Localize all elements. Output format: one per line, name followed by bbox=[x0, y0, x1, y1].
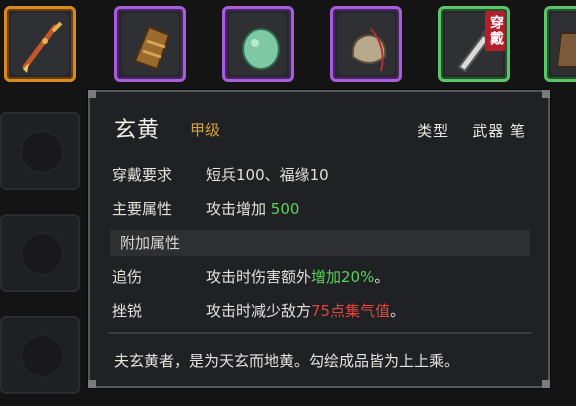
slot-placeholder bbox=[20, 130, 64, 174]
empty-slot[interactable] bbox=[0, 112, 80, 190]
slot-background bbox=[229, 13, 287, 75]
main-attr-value: 攻击增加 500 bbox=[206, 198, 299, 219]
main-attr-label: 主要属性 bbox=[112, 200, 173, 218]
tooltip-divider bbox=[108, 332, 532, 334]
slot-background bbox=[337, 13, 395, 75]
extra-attr-header: 附加属性 bbox=[110, 230, 530, 256]
slot-background bbox=[11, 13, 69, 75]
item-grade: 甲级 bbox=[190, 121, 221, 139]
inventory-slot-4[interactable] bbox=[330, 6, 402, 82]
extra-attr-value: 攻击时伤害额外增加20%。 bbox=[206, 266, 389, 287]
empty-slot[interactable] bbox=[0, 214, 80, 292]
empty-slot[interactable] bbox=[0, 316, 80, 394]
slot-placeholder bbox=[20, 334, 64, 378]
item-tooltip: 玄黄 甲级 类型 武器 笔 穿戴要求 短兵100、福缘10 主要属性 攻击增加 … bbox=[88, 90, 550, 388]
inventory-slot-1[interactable] bbox=[4, 6, 76, 82]
inventory-slot-3[interactable] bbox=[222, 6, 294, 82]
requirements-label: 穿戴要求 bbox=[112, 166, 173, 184]
item-type-label: 类型 bbox=[417, 122, 450, 140]
item-type-value: 武器 笔 bbox=[472, 122, 526, 140]
extra-attr-label: 挫锐 bbox=[112, 302, 143, 320]
inventory-slot-5-equipped[interactable]: 穿戴 bbox=[438, 6, 510, 82]
jade-icon bbox=[242, 28, 280, 70]
inventory-slot-2[interactable] bbox=[114, 6, 186, 82]
item-type: 类型 武器 笔 bbox=[417, 120, 526, 141]
extra-attr-label: 追伤 bbox=[112, 268, 143, 286]
brush-icon bbox=[22, 21, 63, 73]
item-name: 玄黄 bbox=[114, 118, 161, 143]
armor-icon bbox=[555, 32, 576, 68]
extra-attr-prefix: 攻击时减少敌方 bbox=[206, 302, 312, 320]
main-attr-prefix: 攻击增加 bbox=[206, 200, 267, 218]
extra-attr-highlight: 增加20% bbox=[311, 268, 375, 286]
slot-background bbox=[121, 13, 179, 75]
tooltip-corner bbox=[88, 90, 96, 98]
inventory-slot-6[interactable] bbox=[544, 6, 576, 82]
extra-attr-value: 攻击时减少敌方75点集气值。 bbox=[206, 300, 405, 321]
item-flavor-text: 夫玄黄者，是为天玄而地黄。勾绘成品皆为上上乘。 bbox=[114, 352, 460, 370]
tooltip-corner bbox=[542, 90, 550, 98]
tooltip-corner bbox=[88, 380, 96, 388]
requirements-value: 短兵100、福缘10 bbox=[206, 166, 329, 184]
extra-attr-suffix: 。 bbox=[390, 302, 406, 320]
slot-background bbox=[551, 13, 576, 75]
extra-attr-prefix: 攻击时伤害额外 bbox=[206, 268, 312, 286]
extra-attr-suffix: 。 bbox=[374, 268, 390, 286]
slot-placeholder bbox=[20, 232, 64, 276]
main-attr-amount: 500 bbox=[270, 200, 300, 218]
tome-icon bbox=[133, 25, 171, 71]
extra-attr-highlight: 75点集气值 bbox=[311, 302, 391, 320]
tooltip-corner bbox=[542, 380, 550, 388]
equipped-badge: 穿戴 bbox=[485, 11, 505, 51]
pouch-icon bbox=[351, 28, 387, 72]
